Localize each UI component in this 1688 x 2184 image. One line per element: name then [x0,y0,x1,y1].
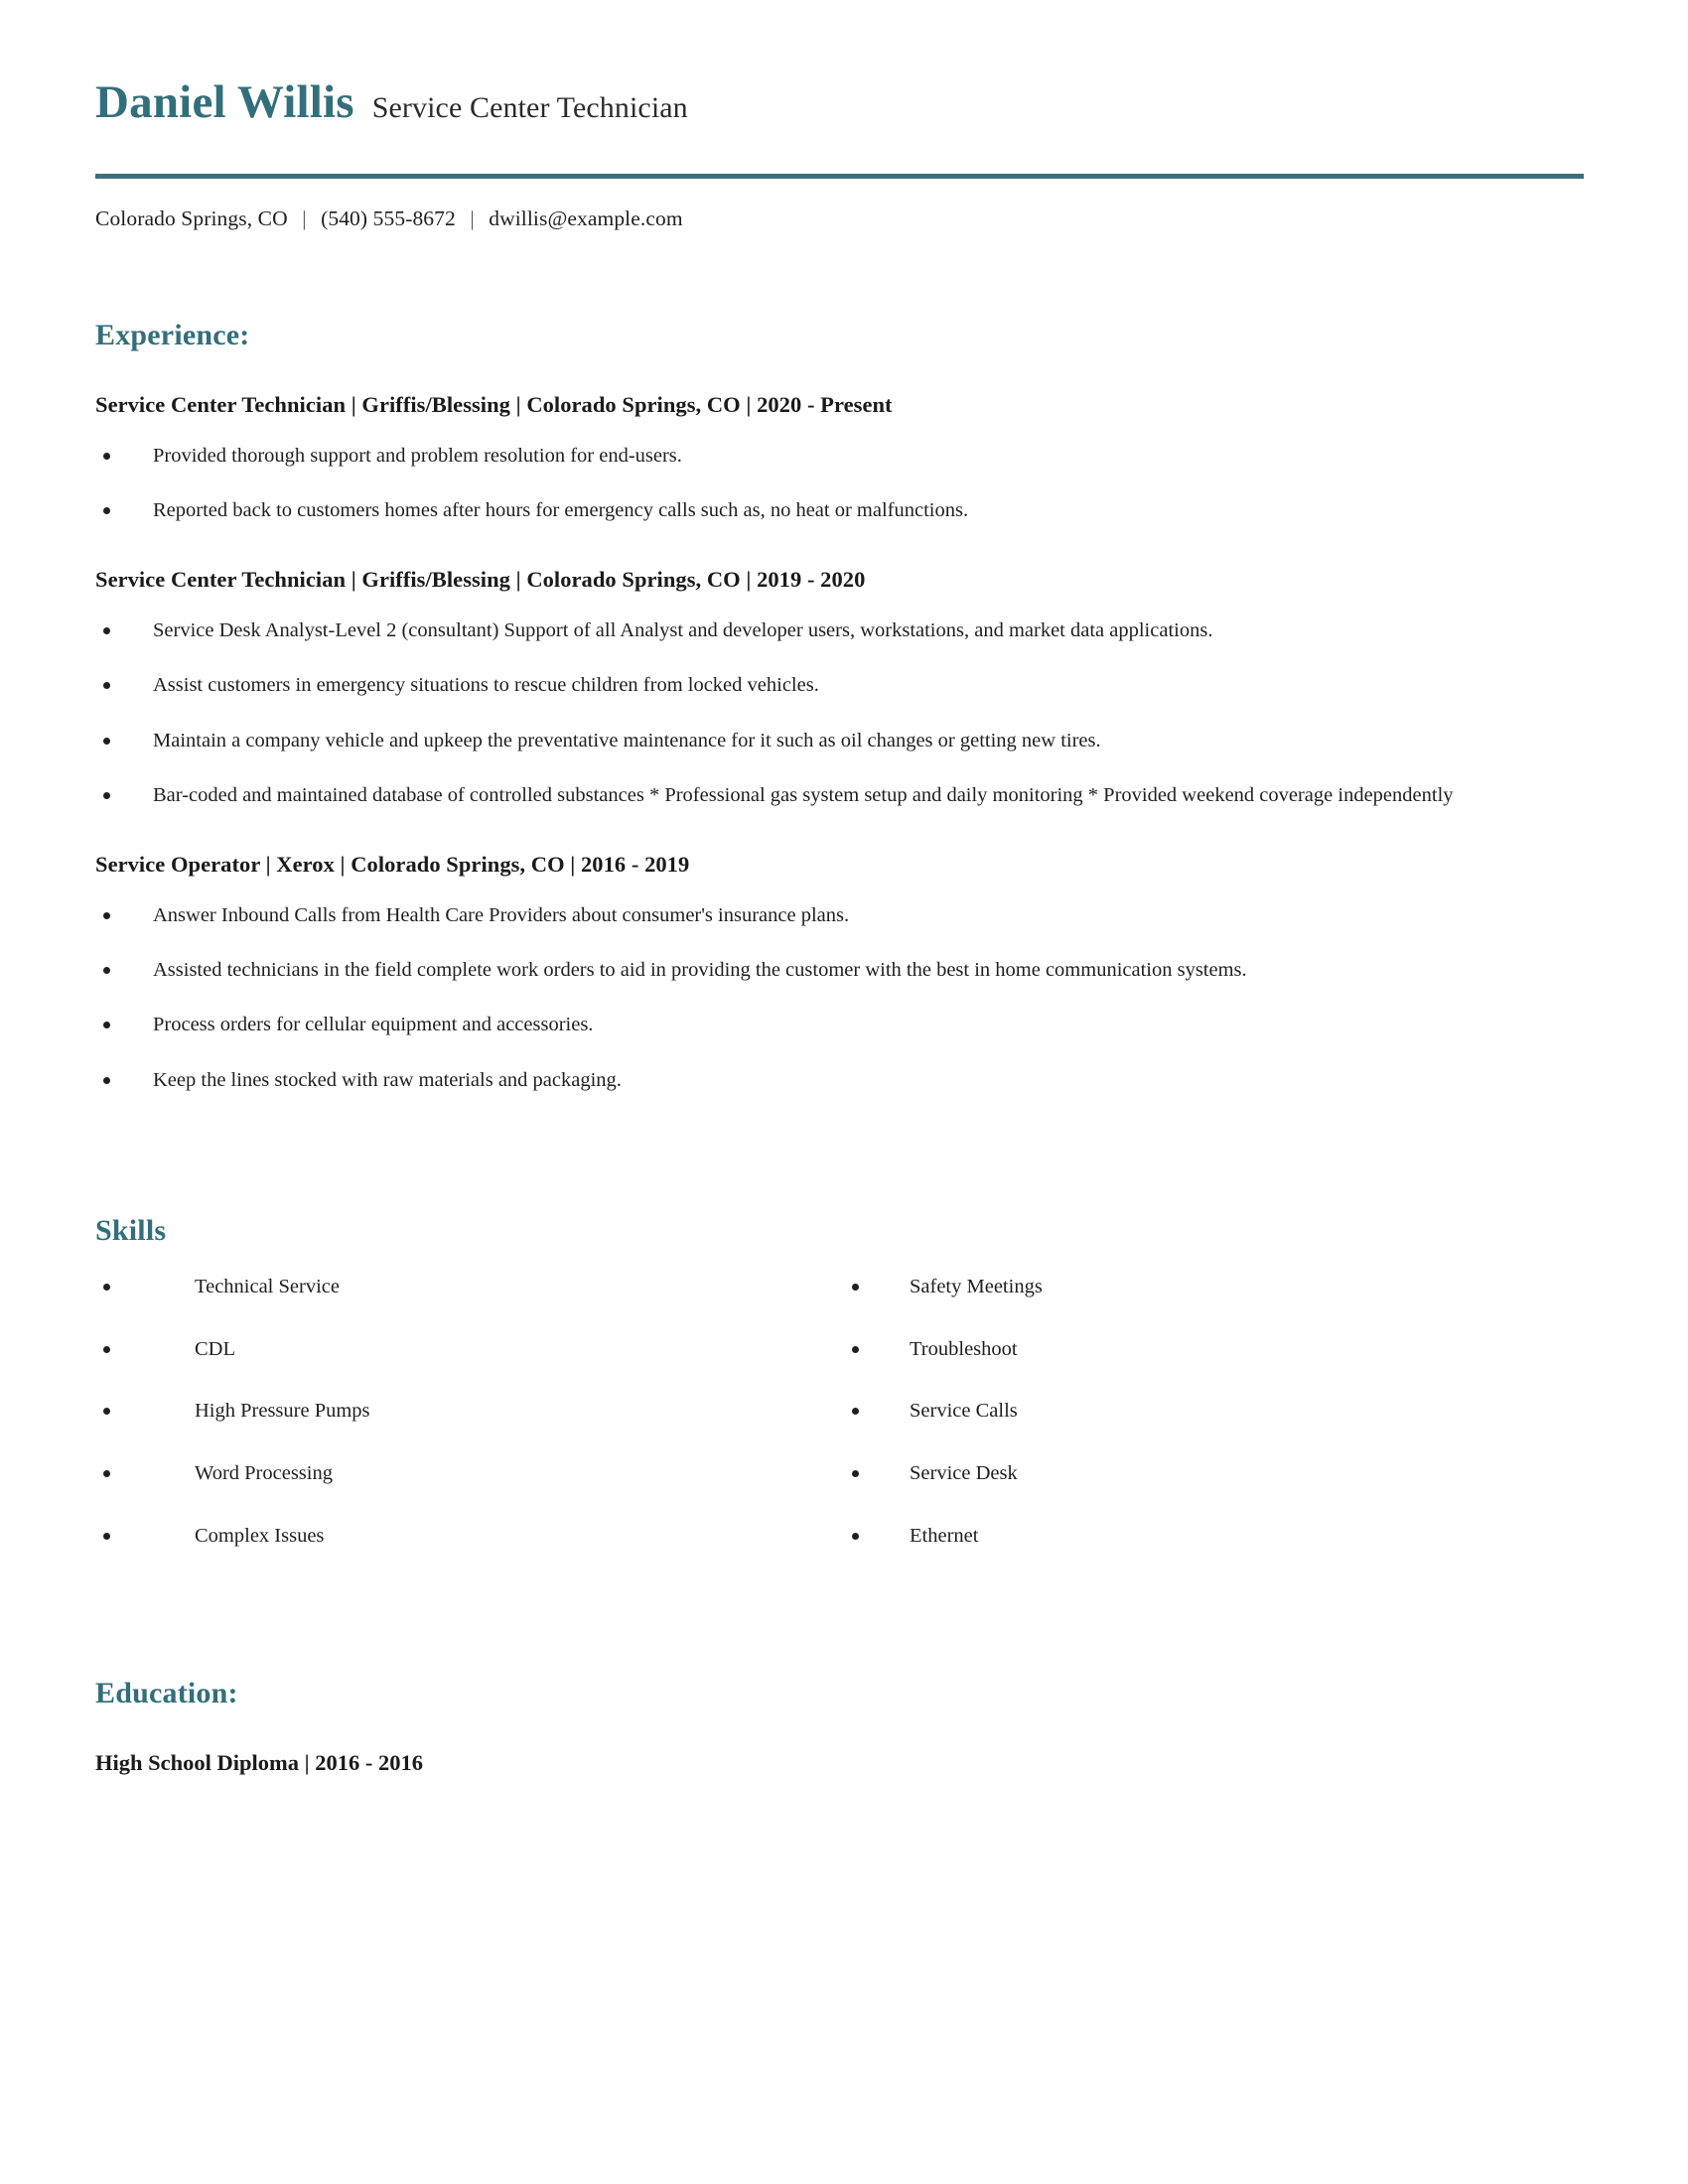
job-bullet: Reported back to customers homes after h… [95,494,1563,527]
contact-line: Colorado Springs, CO | (540) 555-8672 | … [95,206,1593,231]
job-bullet-list: Provided thorough support and problem re… [95,440,1593,527]
job-heading: Service Operator | Xerox | Colorado Spri… [95,851,690,877]
skills-grid: Technical Service CDL High Pressure Pump… [95,1272,1593,1552]
education-section: Education: High School Diploma | 2016 - … [95,1677,1593,1776]
experience-job: Service Center Technician | Griffis/Bles… [95,392,1593,527]
skill-item: Word Processing [95,1458,830,1489]
education-heading: Education: [95,1676,238,1709]
contact-separator-1: | [302,205,307,230]
header-divider [95,173,1584,179]
experience-job: Service Operator | Xerox | Colorado Spri… [95,852,1593,1097]
skill-item: Ethernet [830,1521,1593,1552]
job-bullet: Assist customers in emergency situations… [95,669,1563,702]
skills-column-right: Safety Meetings Troubleshoot Service Cal… [830,1272,1593,1552]
experience-job: Service Center Technician | Griffis/Bles… [95,567,1593,812]
skill-item: Service Desk [830,1458,1593,1489]
skills-list-left: Technical Service CDL High Pressure Pump… [95,1272,830,1552]
job-bullet: Assisted technicians in the field comple… [95,954,1563,987]
contact-location: Colorado Springs, CO [95,205,288,230]
skill-item: Service Calls [830,1396,1593,1427]
experience-heading: Experience: [95,318,250,351]
experience-section: Experience: Service Center Technician | … [95,319,1593,1097]
candidate-name: Daniel Willis [95,76,354,128]
education-entry: High School Diploma | 2016 - 2016 [95,1749,423,1775]
resume-header: Daniel Willis Service Center Technician … [95,0,1593,231]
skills-column-left: Technical Service CDL High Pressure Pump… [95,1272,830,1552]
job-bullet: Answer Inbound Calls from Health Care Pr… [95,899,1563,932]
job-heading: Service Center Technician | Griffis/Bles… [95,567,866,593]
skill-item: High Pressure Pumps [95,1396,830,1427]
job-bullet-list: Service Desk Analyst-Level 2 (consultant… [95,614,1593,812]
skills-heading: Skills [95,1213,167,1247]
job-heading: Service Center Technician | Griffis/Bles… [95,391,893,417]
job-bullet: Service Desk Analyst-Level 2 (consultant… [95,614,1563,647]
skill-item: Troubleshoot [830,1334,1593,1365]
job-bullet: Keep the lines stocked with raw material… [95,1064,1563,1097]
skills-section: Skills Technical Service CDL High Pressu… [95,1214,1593,1552]
skills-list-right: Safety Meetings Troubleshoot Service Cal… [830,1272,1593,1552]
contact-separator-2: | [470,205,475,230]
skill-item: Technical Service [95,1272,830,1302]
skill-item: CDL [95,1334,830,1365]
job-bullet: Bar-coded and maintained database of con… [95,779,1563,812]
job-bullet: Provided thorough support and problem re… [95,440,1563,473]
skill-item: Complex Issues [95,1521,830,1552]
job-bullet: Maintain a company vehicle and upkeep th… [95,725,1563,757]
contact-phone: (540) 555-8672 [321,205,456,230]
candidate-job-title: Service Center Technician [371,91,688,124]
contact-email: dwillis@example.com [489,205,683,230]
skill-item: Safety Meetings [830,1272,1593,1302]
job-bullet: Process orders for cellular equipment an… [95,1009,1563,1041]
name-and-title: Daniel Willis Service Center Technician [95,77,1593,128]
resume-page: Daniel Willis Service Center Technician … [0,0,1688,2184]
job-bullet-list: Answer Inbound Calls from Health Care Pr… [95,899,1593,1097]
